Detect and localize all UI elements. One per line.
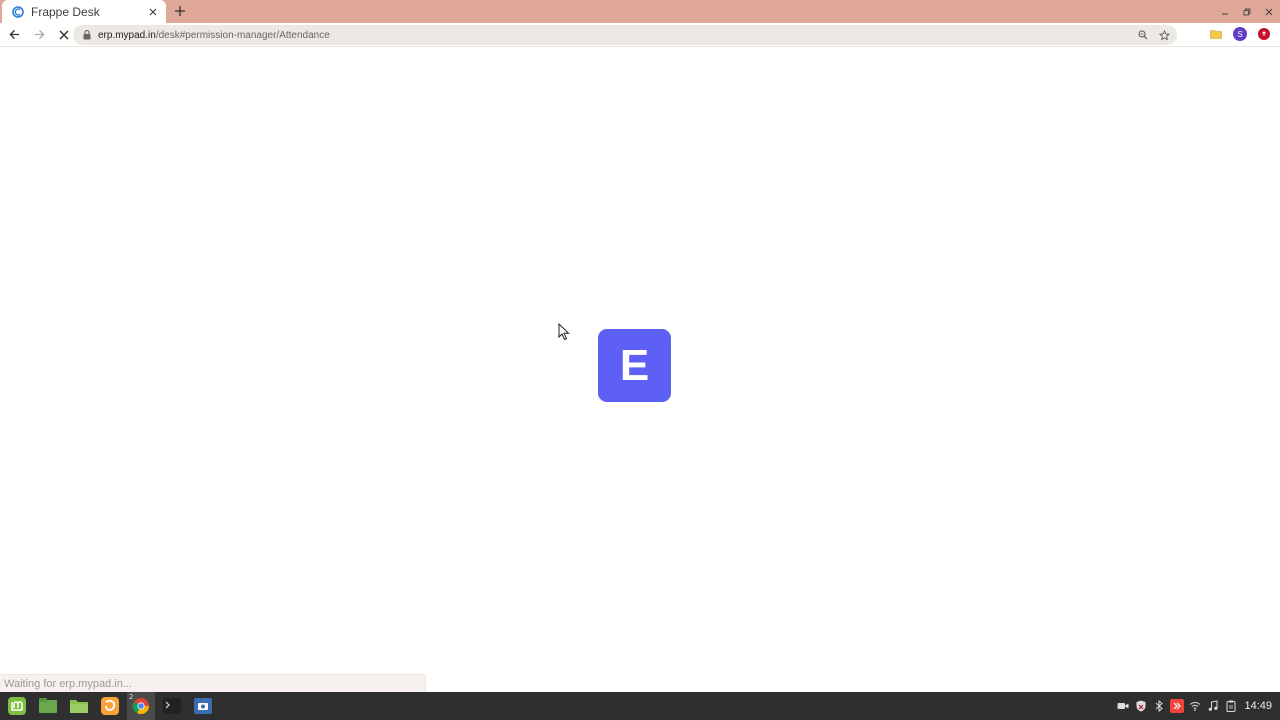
mint-menu-icon[interactable] — [3, 692, 31, 720]
window-count-badge: 2 — [129, 693, 134, 701]
extensions-area: S — [1202, 24, 1274, 44]
screenshot-camera-icon[interactable] — [189, 692, 217, 720]
terminal-icon[interactable] — [158, 692, 186, 720]
url-path: /desk#permission-manager/Attendance — [155, 29, 330, 41]
taskbar: 2 14:49 — [0, 692, 1280, 720]
folder-extension-icon[interactable] — [1206, 24, 1226, 44]
frappe-favicon-icon — [12, 5, 24, 18]
shield-tray-icon[interactable] — [1132, 697, 1150, 715]
chrome-taskbar-icon[interactable]: 2 — [127, 692, 155, 720]
system-tray: 14:49 — [1114, 692, 1280, 720]
stop-loading-icon[interactable] — [53, 24, 75, 46]
tab-close-icon[interactable] — [144, 3, 162, 21]
wifi-icon[interactable] — [1186, 697, 1204, 715]
bluetooth-icon[interactable] — [1150, 697, 1168, 715]
mouse-cursor-icon — [558, 323, 570, 341]
avatar: S — [1233, 27, 1247, 41]
url-text: erp.mypad.in/desk#permission-manager/Att… — [98, 30, 330, 41]
url-host: erp.mypad.in — [98, 29, 156, 41]
back-arrow-icon[interactable] — [3, 24, 25, 46]
status-text: Waiting for erp.mypad.in... — [4, 677, 132, 690]
firefox-icon[interactable] — [96, 692, 124, 720]
tab-title: Frappe Desk — [31, 4, 100, 19]
loading-status-bubble: Waiting for erp.mypad.in... — [0, 674, 426, 692]
restore-icon[interactable] — [1236, 1, 1258, 23]
clipboard-icon[interactable] — [1222, 697, 1240, 715]
address-bar[interactable]: erp.mypad.in/desk#permission-manager/Att… — [73, 25, 1177, 45]
music-note-icon[interactable] — [1204, 697, 1222, 715]
erpnext-splash-logo: E — [598, 329, 671, 402]
bookmark-star-icon[interactable] — [1155, 26, 1173, 44]
page-content: E — [0, 48, 1280, 692]
close-window-icon[interactable] — [1258, 1, 1280, 23]
splash-logo-letter: E — [619, 340, 650, 390]
omnibox-actions — [1131, 26, 1173, 44]
update-dot — [1258, 28, 1270, 40]
clock[interactable]: 14:49 — [1244, 700, 1272, 712]
files-folder-icon[interactable] — [65, 692, 93, 720]
video-camera-tray-icon[interactable] — [1114, 697, 1132, 715]
tab-strip: Frappe Desk — [0, 0, 1280, 23]
forward-arrow-icon[interactable] — [28, 24, 50, 46]
tab-frappe-desk[interactable]: Frappe Desk — [2, 0, 166, 23]
lock-icon[interactable] — [81, 29, 93, 41]
minimize-icon[interactable] — [1214, 1, 1236, 23]
show-desktop-icon[interactable] — [34, 692, 62, 720]
update-menu-icon[interactable] — [1254, 24, 1274, 44]
profile-avatar[interactable]: S — [1230, 24, 1250, 44]
anydesk-tray-icon[interactable] — [1168, 697, 1186, 715]
window-controls — [1214, 0, 1280, 23]
browser-toolbar: erp.mypad.in/desk#permission-manager/Att… — [0, 23, 1280, 47]
new-tab-plus-icon[interactable] — [171, 2, 189, 20]
zoom-icon[interactable] — [1134, 26, 1152, 44]
